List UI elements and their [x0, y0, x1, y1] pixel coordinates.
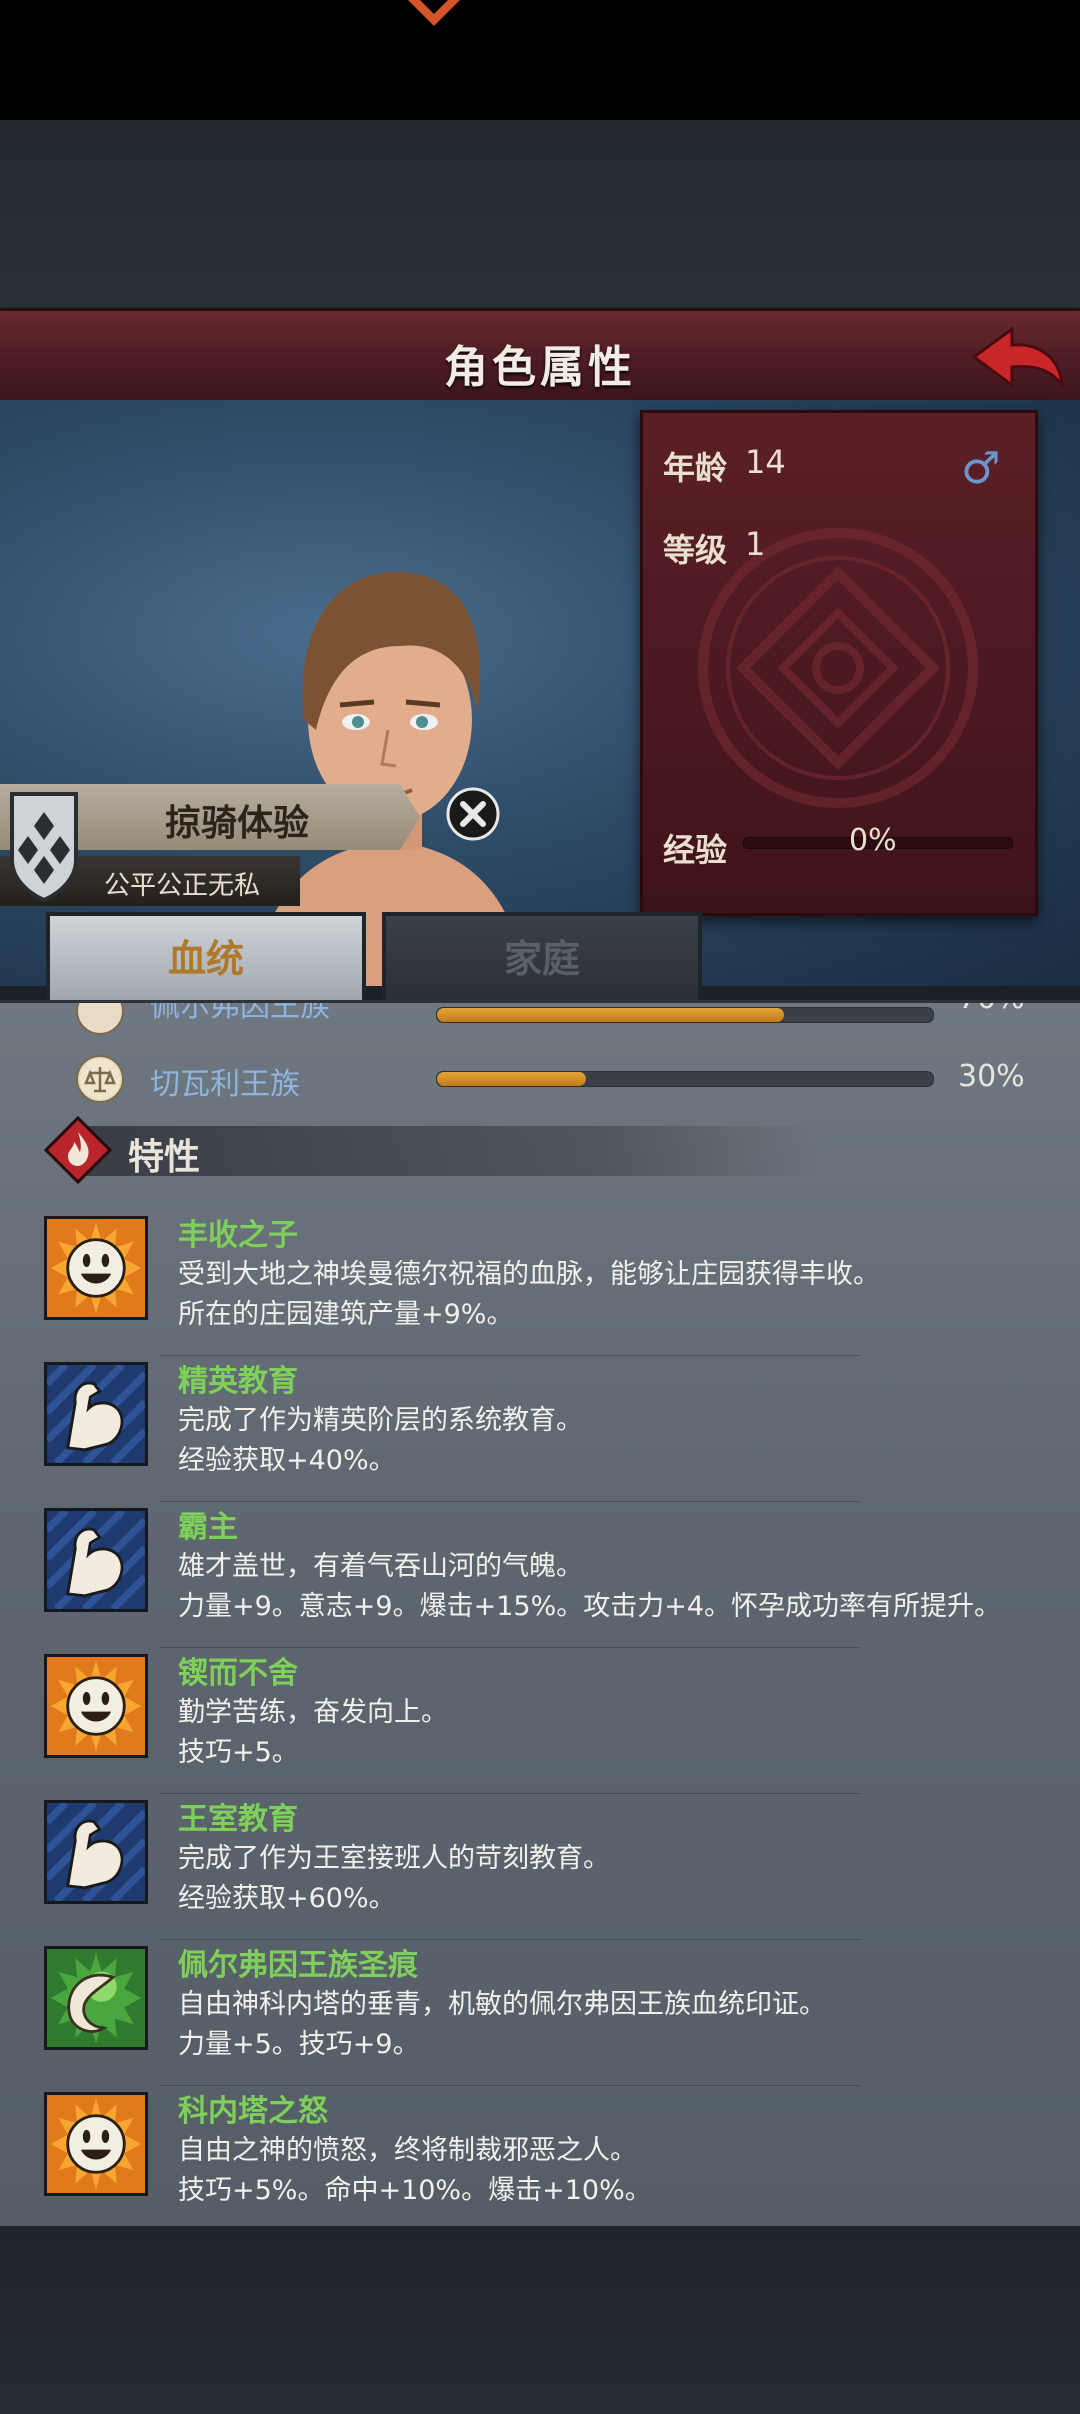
trait-description: 完成了作为精英阶层的系统教育。 [178, 1405, 583, 1436]
character-title: 掠骑体验 [165, 803, 310, 844]
trait-name: 锲而不舍 [178, 1656, 298, 1691]
bloodline-percent: 30% [958, 1059, 1025, 1094]
trait-effect: 经验获取+40%。 [178, 1445, 396, 1476]
male-gender-icon: ♂ [961, 443, 1001, 494]
trait-name: 丰收之子 [178, 1218, 298, 1253]
flexed-arm-icon [44, 1800, 148, 1904]
trait-description: 勤学苦练，奋发向上。 [178, 1697, 448, 1728]
green-swirl-icon [44, 1946, 148, 2050]
sun-face-icon [44, 2092, 148, 2196]
exp-label: 经验 [663, 831, 728, 869]
trait-name: 精英教育 [178, 1364, 298, 1399]
trait-effect: 力量+5。技巧+9。 [178, 2029, 420, 2060]
trait-item[interactable]: 锲而不舍 勤学苦练，奋发向上。 技巧+5。 [0, 1648, 1080, 1794]
trait-name: 科内塔之怒 [178, 2094, 328, 2129]
character-subtitle: 公平公正无私 [104, 871, 261, 901]
bloodline-percent: 70% [958, 1003, 1025, 1016]
bloodline-name: 佩尔弗因王族 [150, 1000, 330, 1024]
level-label: 等级 [663, 531, 728, 569]
page-title: 角色属性 [444, 342, 636, 393]
flame-diamond-icon [44, 1116, 112, 1184]
trait-item[interactable]: 精英教育 完成了作为精英阶层的系统教育。 经验获取+40%。 [0, 1356, 1080, 1502]
celtic-knot-emblem [698, 528, 978, 808]
trait-effect: 所在的庄园建筑产量+9%。 [178, 1299, 514, 1330]
tab-bloodline[interactable]: 血统 [46, 912, 366, 1006]
bloodline-bar [436, 1071, 934, 1087]
trait-name: 佩尔弗因王族圣痕 [178, 1948, 418, 1983]
trait-effect: 技巧+5%。命中+10%。爆击+10%。 [178, 2175, 652, 2206]
tabs-bar: 血统 家庭 [46, 912, 706, 1006]
tab-family[interactable]: 家庭 [382, 912, 702, 1006]
back-arrow-icon[interactable] [968, 323, 1068, 393]
bloodline-name: 切瓦利王族 [150, 1067, 300, 1102]
bloodline-bar-fill [437, 1072, 586, 1086]
top-black-strip [0, 0, 1080, 120]
trait-item[interactable]: 霸主 雄才盖世，有着气吞山河的气魄。 力量+9。意志+9。爆击+15%。攻击力+… [0, 1502, 1080, 1648]
trait-effect: 经验获取+60%。 [178, 1883, 396, 1914]
trait-name: 王室教育 [178, 1802, 298, 1837]
trait-name: 霸主 [178, 1510, 238, 1545]
trait-item[interactable]: 佩尔弗因王族圣痕 自由神科内塔的垂青，机敏的佩尔弗因王族血统印证。 力量+5。技… [0, 1940, 1080, 2086]
close-icon[interactable] [445, 786, 501, 842]
flexed-arm-icon [44, 1362, 148, 1466]
traits-section-header: 特性 [44, 1116, 824, 1184]
sun-face-icon [44, 1216, 148, 1320]
trait-description: 受到大地之神埃曼德尔祝福的血脉，能够让庄园获得丰收。 [178, 1259, 880, 1290]
heraldic-shield-icon [10, 792, 78, 902]
bloodline-bar [436, 1007, 934, 1023]
app-logo-icon [408, 0, 460, 26]
scales-icon [76, 1055, 124, 1103]
trait-description: 完成了作为王室接班人的苛刻教育。 [178, 1843, 610, 1874]
trait-description: 自由神科内塔的垂青，机敏的佩尔弗因王族血统印证。 [178, 1989, 826, 2020]
trait-description: 自由之神的愤怒，终将制裁邪恶之人。 [178, 2135, 637, 2166]
traits-section-title: 特性 [128, 1137, 201, 1178]
header-bar: 角色属性 [0, 308, 1080, 404]
exp-percent: 0% [849, 823, 897, 858]
trait-effect: 技巧+5。 [178, 1737, 299, 1768]
bloodline-bar-fill [437, 1008, 785, 1022]
trait-item[interactable]: 王室教育 完成了作为王室接班人的苛刻教育。 经验获取+60%。 [0, 1794, 1080, 1940]
bloodline-crest-icon [76, 1003, 124, 1035]
level-value: 1 [745, 525, 766, 563]
trait-effect: 力量+9。意志+9。爆击+15%。攻击力+4。怀孕成功率有所提升。 [178, 1591, 1002, 1622]
trait-item[interactable]: 科内塔之怒 自由之神的愤怒，终将制裁邪恶之人。 技巧+5%。命中+10%。爆击+… [0, 2086, 1080, 2232]
trait-item[interactable]: 丰收之子 受到大地之神埃曼德尔祝福的血脉，能够让庄园获得丰收。 所在的庄园建筑产… [0, 1210, 1080, 1356]
bloodline-row: 佩尔弗因王族 70% [0, 1000, 1080, 1049]
age-label: 年龄 [663, 449, 728, 487]
trait-description: 雄才盖世，有着气吞山河的气魄。 [178, 1551, 583, 1582]
bloodline-row: 切瓦利王族 30% [0, 1053, 1080, 1103]
flexed-arm-icon [44, 1508, 148, 1612]
bottom-background [0, 2226, 1080, 2414]
upper-background [0, 120, 1080, 310]
stats-panel: 年龄 14 ♂ 等级 1 经验 0% [640, 410, 1038, 916]
sun-face-icon [44, 1654, 148, 1758]
age-value: 14 [745, 443, 786, 481]
